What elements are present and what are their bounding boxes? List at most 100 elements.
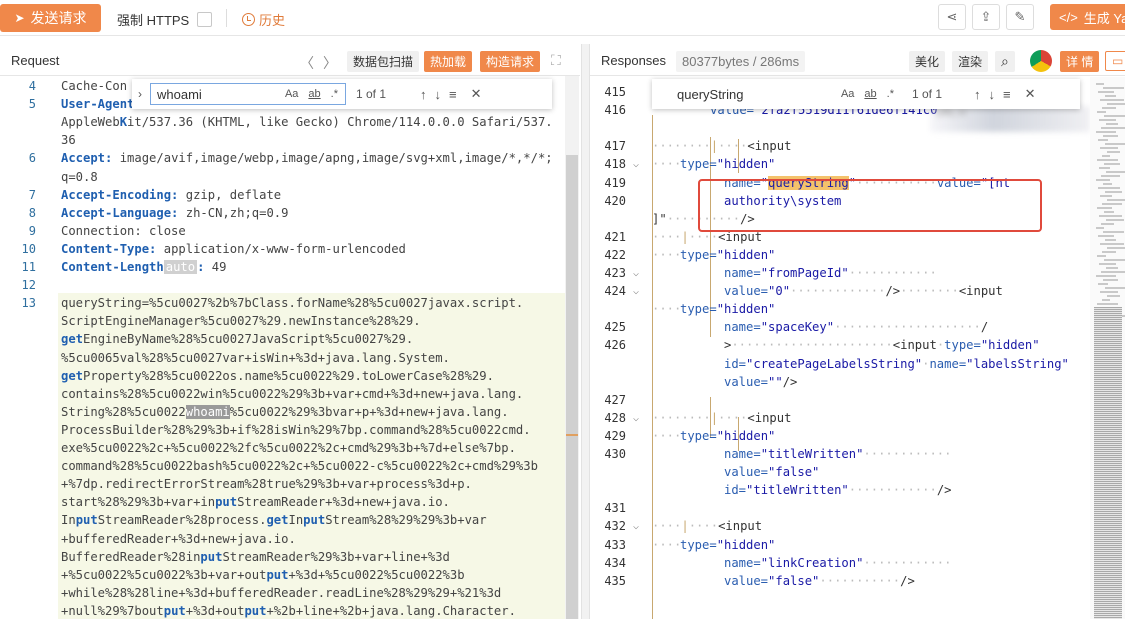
response-find-value: queryString: [677, 86, 744, 102]
arrow-up-icon[interactable]: ↑: [974, 87, 981, 102]
request-line-text: queryString=%5cu0027%2b%7bClass.forName%…: [61, 296, 524, 311]
packet-scan-button[interactable]: 数据包扫描: [347, 51, 420, 72]
code-string: "0": [768, 284, 791, 299]
expand-icon[interactable]: ⛶: [551, 52, 561, 69]
response-line: >······················<input·type="hidd…: [724, 338, 1040, 353]
request-line-number: 6: [28, 151, 36, 166]
whitespace-dots: ····: [652, 428, 682, 443]
arrow-down-icon[interactable]: ↓: [989, 87, 996, 102]
minimap-line: [1106, 219, 1124, 221]
generate-yaml-button[interactable]: </> 生成 Yar: [1050, 4, 1125, 30]
code-attr: type=: [680, 247, 717, 262]
send-request-button[interactable]: ➤ 发送请求: [0, 4, 101, 32]
request-line-number: 5: [28, 97, 36, 112]
request-line: command%28%5cu0022bash%5cu0022%2c+%5cu00…: [61, 457, 538, 475]
match-case-toggle[interactable]: Aa: [841, 88, 854, 100]
render-button[interactable]: 渲染: [952, 51, 989, 72]
force-https-checkbox[interactable]: [197, 12, 213, 27]
request-line-text: ScriptEngineManager%5cu0027%29.newInstan…: [61, 314, 421, 329]
hot-load-button[interactable]: 热加载: [424, 51, 473, 72]
code-string: "false": [768, 465, 820, 480]
response-find-input[interactable]: queryString Aa ab .*: [670, 83, 902, 105]
response-line: name="spaceKey"····················/: [724, 320, 989, 335]
minimap-line: [1105, 143, 1125, 145]
menu-icon[interactable]: ≡: [449, 87, 457, 102]
whitespace-dots: ····: [652, 157, 682, 172]
code-string: "fromPageId": [760, 266, 849, 280]
match-word-toggle[interactable]: ab: [864, 88, 876, 100]
request-line-number: 4: [28, 79, 36, 93]
code-tag: <input: [747, 410, 792, 425]
code-string: ]": [652, 211, 667, 226]
request-line-text: exe%5cu0022%2c+%5cu0022%2fc%5cu0022%2c+c…: [61, 441, 516, 455]
response-line: name="fromPageId"············: [724, 266, 937, 280]
response-line: type="hidden": [680, 536, 775, 554]
request-line: contains%28%5cu0022win%5cu0022%29%3b+var…: [61, 385, 523, 403]
response-size-badge: 80377bytes / 286ms: [676, 51, 806, 72]
response-line-number: 424: [604, 284, 626, 299]
fold-chevron-icon[interactable]: ⌵: [633, 518, 639, 536]
response-editor[interactable]: 415 416 417 418 419 420 421 422 423 424 425 426 427 4…: [590, 77, 1090, 619]
response-line-number: 435: [604, 573, 626, 588]
request-scrollbar-thumb[interactable]: [566, 155, 578, 619]
fold-chevron-icon[interactable]: ⌵: [633, 156, 639, 174]
fold-chevron-icon[interactable]: ⌵: [633, 283, 639, 301]
clock-icon: [242, 13, 255, 26]
minimap-line: [1101, 127, 1125, 129]
chevron-left-icon[interactable]: 〈: [300, 53, 314, 73]
fold-chevron-icon[interactable]: ⌵: [633, 410, 639, 428]
arrow-up-icon[interactable]: ↑: [420, 87, 427, 102]
code-string: "hidden": [716, 247, 776, 262]
minimap-line: [1096, 179, 1110, 181]
export-icon[interactable]: ⇪: [972, 4, 1000, 30]
response-minimap[interactable]: [1090, 77, 1125, 619]
request-line: start%28%29%3b+var+inputStreamReader+%3d…: [61, 493, 450, 511]
share-icon[interactable]: ⋖: [938, 4, 966, 30]
code-string: "hidden": [716, 537, 776, 552]
response-line-number: 428: [604, 410, 626, 425]
response-line-number: 433: [604, 537, 626, 552]
fold-chevron-icon[interactable]: ⌵: [633, 265, 639, 283]
response-line-number: 417: [604, 139, 626, 154]
request-line-number: 8: [28, 205, 36, 220]
match-word-toggle[interactable]: ab: [308, 88, 320, 100]
header-key: Accept-Encoding:: [61, 187, 179, 202]
close-icon[interactable]: ✕: [1025, 86, 1036, 102]
close-icon[interactable]: ✕: [471, 86, 482, 102]
request-line-text: InputStreamReader%28process.getInputStre…: [61, 513, 487, 528]
request-find-input[interactable]: whoami Aa ab .*: [150, 83, 346, 105]
chrome-icon[interactable]: [1030, 50, 1052, 72]
regex-toggle[interactable]: .*: [887, 88, 894, 100]
request-find-count: 1 of 1: [356, 87, 387, 101]
minimap-line: [1105, 191, 1122, 193]
arrow-down-icon[interactable]: ↓: [435, 87, 442, 102]
minimap-line: [1100, 99, 1124, 101]
minimap-line: [1104, 115, 1125, 117]
menu-icon[interactable]: ≡: [1003, 87, 1011, 102]
minimap-line: [1106, 267, 1118, 269]
chevron-right-icon[interactable]: 〉: [323, 53, 337, 73]
response-line-number: 415: [604, 85, 626, 99]
minimap-line: [1098, 283, 1108, 285]
minimap-line: [1097, 111, 1106, 113]
request-line-number: 7: [28, 187, 36, 202]
message-icon[interactable]: ▭: [1105, 51, 1125, 71]
request-editor[interactable]: 4 Cache-Con 5 User-Agent AppleWebKit/537.36 …: [0, 77, 580, 619]
match-case-toggle[interactable]: Aa: [285, 88, 298, 100]
build-request-button[interactable]: 构造请求: [480, 51, 541, 72]
beautify-button[interactable]: 美化: [909, 51, 946, 72]
regex-toggle[interactable]: .*: [331, 88, 338, 100]
history-button[interactable]: 历史: [242, 10, 285, 29]
edit-icon[interactable]: ✎: [1006, 4, 1034, 30]
auto-badge[interactable]: auto: [163, 260, 198, 274]
code-string: "titleWritten": [760, 447, 864, 461]
chevron-right-icon[interactable]: ›: [138, 87, 142, 101]
code-attr: value=: [724, 573, 769, 588]
whitespace-dots: ····: [652, 247, 682, 262]
force-https-toggle[interactable]: 强制 HTTPS: [117, 10, 213, 29]
details-button[interactable]: 详 情: [1060, 51, 1100, 72]
panel-splitter[interactable]: [581, 44, 590, 619]
search-icon[interactable]: ⌕: [995, 51, 1015, 72]
header-key: Accept-Language:: [61, 205, 179, 220]
request-line: 36: [61, 131, 76, 149]
